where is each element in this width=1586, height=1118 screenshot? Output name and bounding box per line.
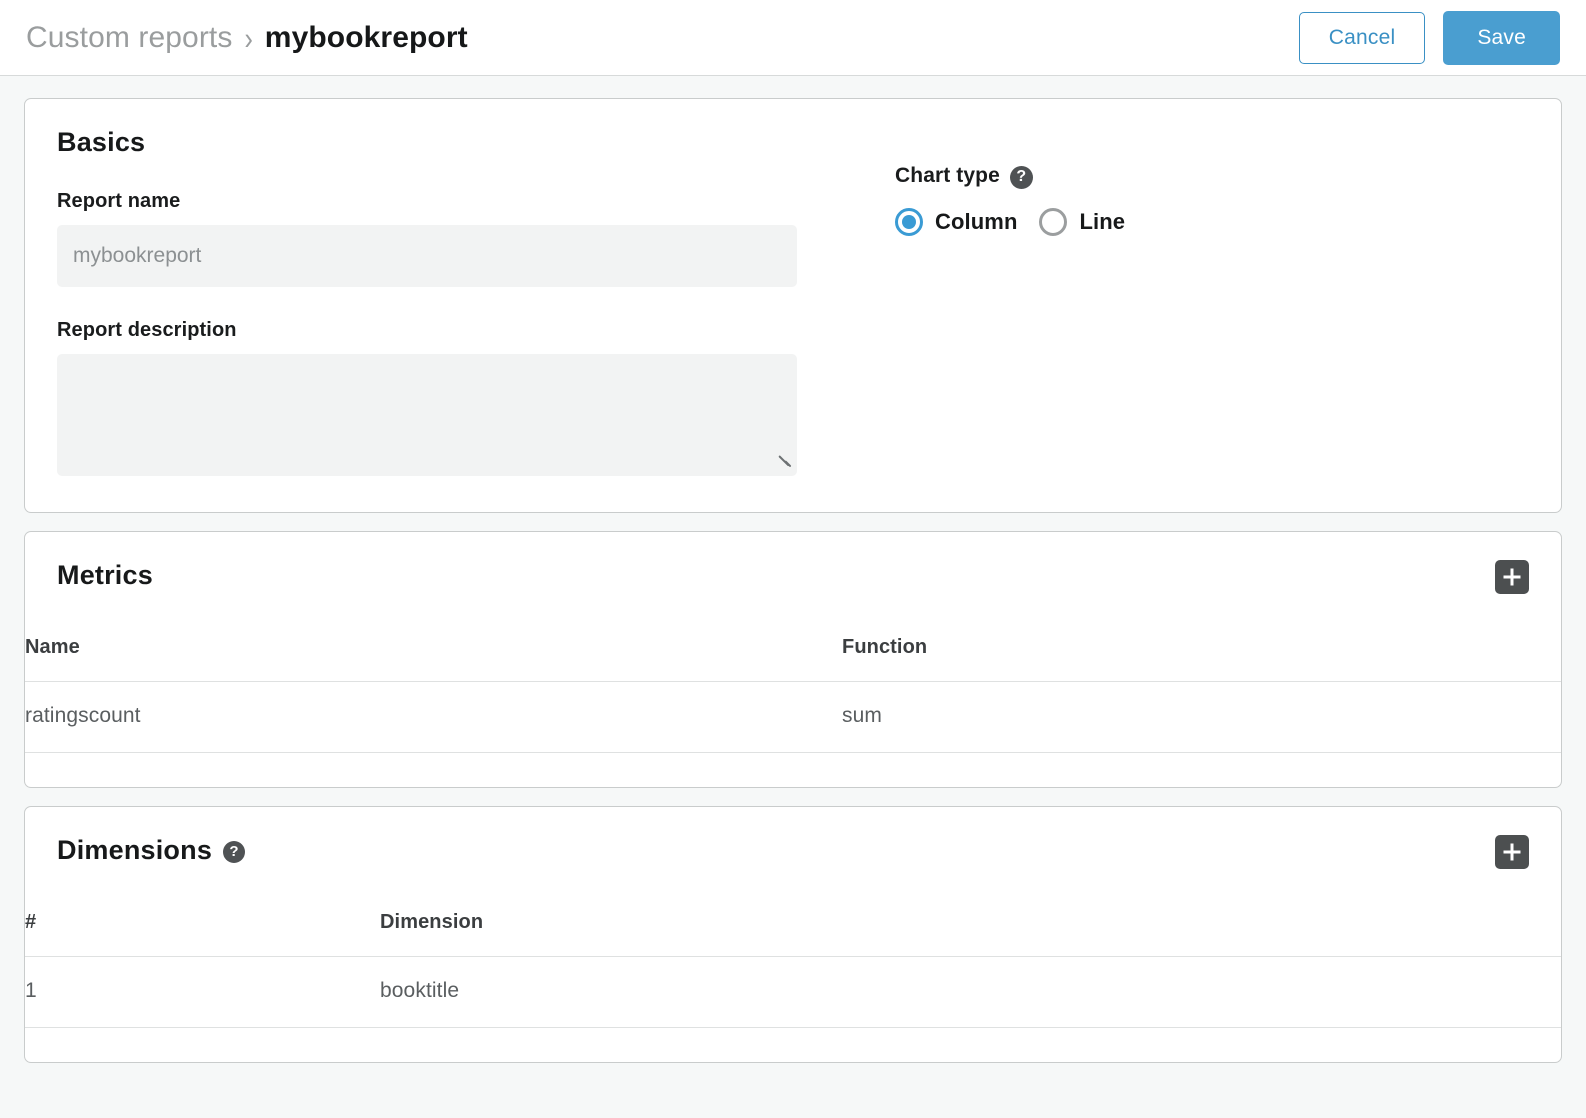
dimension-name-cell: booktitle bbox=[380, 957, 1561, 1028]
basics-section-title: Basics bbox=[57, 127, 1529, 158]
dimensions-header: Dimensions ? + bbox=[25, 807, 1561, 869]
radio-column-label: Column bbox=[935, 209, 1017, 235]
dimensions-column-dimension: Dimension bbox=[380, 869, 1561, 957]
metrics-table-footer bbox=[25, 753, 1561, 787]
chart-type-label: Chart type ? bbox=[895, 164, 1125, 188]
dimensions-section-title: Dimensions ? bbox=[57, 835, 245, 866]
add-metric-button[interactable]: + bbox=[1495, 560, 1529, 594]
radio-column-indicator[interactable] bbox=[895, 208, 923, 236]
report-description-wrapper bbox=[57, 354, 797, 476]
report-name-label: Report name bbox=[57, 190, 847, 213]
radio-option-line[interactable]: Line bbox=[1039, 208, 1125, 236]
help-icon[interactable]: ? bbox=[223, 841, 245, 863]
dimension-index-cell: 1 bbox=[25, 957, 380, 1028]
basics-left-column: Report name Report description bbox=[57, 158, 847, 476]
chart-type-label-text: Chart type bbox=[895, 164, 1000, 188]
chart-type-radio-row: Column Line bbox=[895, 208, 1125, 236]
table-row[interactable]: 1 booktitle bbox=[25, 957, 1561, 1028]
metrics-column-name: Name bbox=[25, 594, 842, 682]
report-description-label: Report description bbox=[57, 319, 847, 342]
dimensions-column-index: # bbox=[25, 869, 380, 957]
help-icon[interactable]: ? bbox=[1010, 166, 1033, 189]
basics-grid: Report name Report description Chart typ… bbox=[57, 158, 1529, 512]
metrics-table-header-row: Name Function bbox=[25, 594, 1561, 682]
metrics-panel: Metrics + Name Function ratingscount sum bbox=[24, 531, 1562, 788]
add-dimension-button[interactable]: + bbox=[1495, 835, 1529, 869]
page-title: mybookreport bbox=[265, 21, 468, 55]
chevron-right-icon: › bbox=[244, 21, 252, 57]
page-content: Basics Report name Report description bbox=[0, 76, 1586, 1063]
metrics-column-function: Function bbox=[842, 594, 1561, 682]
top-bar: Custom reports › mybookreport Cancel Sav… bbox=[0, 0, 1586, 76]
top-bar-actions: Cancel Save bbox=[1299, 11, 1560, 65]
radio-line-label: Line bbox=[1079, 209, 1125, 235]
radio-option-column[interactable]: Column bbox=[895, 208, 1017, 236]
metric-function-cell: sum bbox=[842, 682, 1561, 753]
report-name-input[interactable] bbox=[57, 225, 797, 287]
cancel-button[interactable]: Cancel bbox=[1299, 12, 1426, 64]
dimensions-table-footer bbox=[25, 1028, 1561, 1062]
plus-icon: + bbox=[1512, 852, 1513, 853]
radio-line-indicator[interactable] bbox=[1039, 208, 1067, 236]
metrics-section-title: Metrics bbox=[57, 560, 153, 591]
basics-panel: Basics Report name Report description bbox=[24, 98, 1562, 513]
metric-name-cell: ratingscount bbox=[25, 682, 842, 753]
metrics-table: Name Function ratingscount sum bbox=[25, 594, 1561, 753]
chart-type-group: Chart type ? Column Line bbox=[847, 158, 1125, 476]
plus-icon: + bbox=[1512, 577, 1513, 578]
dimensions-title-text: Dimensions bbox=[57, 835, 212, 866]
breadcrumb: Custom reports › mybookreport bbox=[26, 21, 468, 55]
save-button[interactable]: Save bbox=[1443, 11, 1560, 65]
metrics-header: Metrics + bbox=[25, 532, 1561, 594]
dimensions-panel: Dimensions ? + # Dimension 1 booktitle bbox=[24, 806, 1562, 1063]
dimensions-table: # Dimension 1 booktitle bbox=[25, 869, 1561, 1028]
breadcrumb-parent-link[interactable]: Custom reports bbox=[26, 21, 232, 55]
dimensions-table-header-row: # Dimension bbox=[25, 869, 1561, 957]
report-description-textarea[interactable] bbox=[57, 354, 797, 476]
table-row[interactable]: ratingscount sum bbox=[25, 682, 1561, 753]
